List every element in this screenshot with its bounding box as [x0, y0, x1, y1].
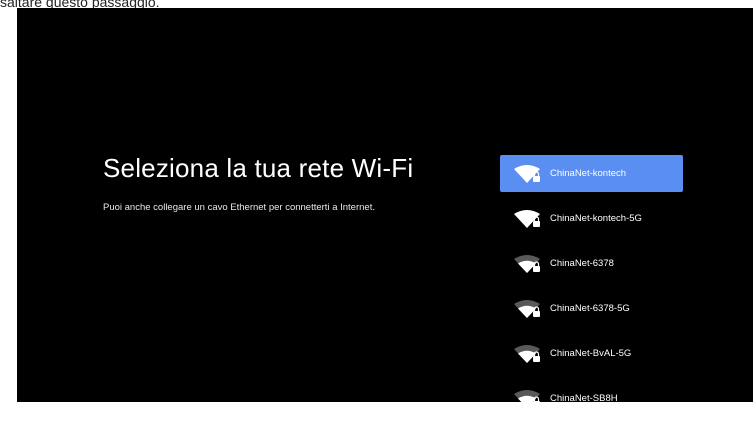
network-name: ChinaNet-SB8H [550, 393, 618, 402]
network-item-chinanet-6378[interactable]: ChinaNet-6378 [500, 245, 683, 282]
network-item-chinanet-kontech-5g[interactable]: ChinaNet-kontech-5G [500, 200, 683, 237]
network-item-chinanet-sb8h[interactable]: ChinaNet-SB8H [500, 380, 683, 402]
wifi-secured-icon [512, 299, 542, 319]
wifi-secured-icon [512, 389, 542, 402]
network-name: ChinaNet-6378 [550, 258, 614, 269]
page-title: Seleziona la tua rete Wi-Fi [103, 153, 414, 183]
network-item-chinanet-6378-5g[interactable]: ChinaNet-6378-5G [500, 290, 683, 327]
wifi-secured-icon [512, 254, 542, 274]
network-item-chinanet-bval-5g[interactable]: ChinaNet-BvAL-5G [500, 335, 683, 372]
wifi-network-list: ChinaNet-kontech ChinaNet-kontech-5G Chi… [500, 155, 683, 402]
network-name: ChinaNet-kontech-5G [550, 213, 642, 224]
wifi-secured-icon [512, 344, 542, 364]
page-subtitle: Puoi anche collegare un cavo Ethernet pe… [103, 202, 375, 213]
network-name: ChinaNet-BvAL-5G [550, 348, 632, 359]
network-name: ChinaNet-kontech [550, 168, 627, 179]
wifi-secured-icon [512, 164, 542, 184]
setup-info-panel: Seleziona la tua rete Wi-Fi Puoi anche c… [103, 153, 463, 213]
tv-setup-screen: Seleziona la tua rete Wi-Fi Puoi anche c… [17, 8, 753, 402]
network-name: ChinaNet-6378-5G [550, 303, 630, 314]
network-item-chinanet-kontech[interactable]: ChinaNet-kontech [500, 155, 683, 192]
wifi-secured-icon [512, 209, 542, 229]
